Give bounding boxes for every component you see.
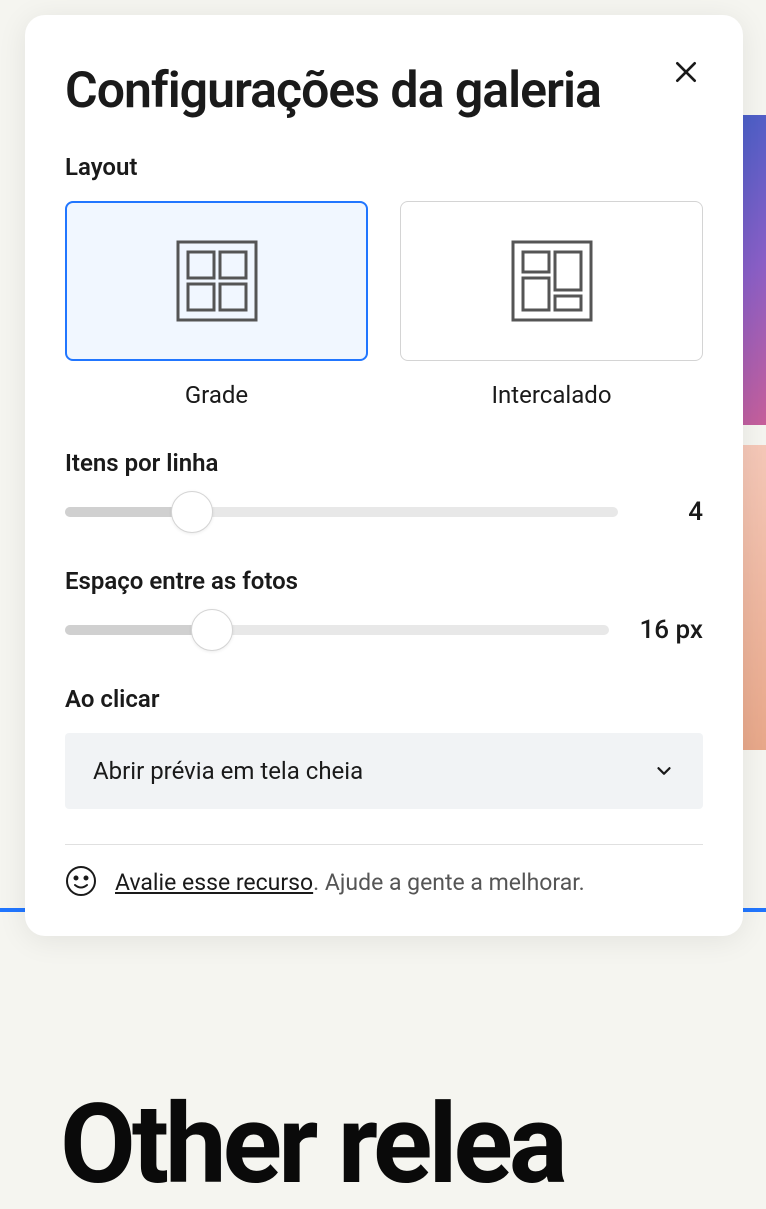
items-per-row-value: 4 (648, 497, 703, 527)
collage-layout-icon (511, 240, 593, 322)
items-per-row-slider-thumb[interactable] (171, 491, 213, 533)
layout-option-collage[interactable]: Intercalado (400, 201, 703, 409)
divider (65, 844, 703, 845)
panel-title: Configurações da galeria (65, 60, 601, 123)
gallery-settings-panel: Configurações da galeria Layout Grade (25, 15, 743, 936)
chevron-down-icon (653, 760, 675, 782)
layout-option-collage-label: Intercalado (492, 381, 612, 409)
layout-option-grid[interactable]: Grade (65, 201, 368, 409)
background-heading: Other relea (60, 1080, 564, 1209)
spacing-slider[interactable] (65, 625, 609, 635)
items-per-row-slider[interactable] (65, 507, 618, 517)
on-click-label: Ao clicar (65, 685, 703, 713)
spacing-value: 16 px (639, 615, 703, 645)
spacing-label: Espaço entre as fotos (65, 567, 703, 595)
layout-option-grid-label: Grade (185, 381, 248, 409)
close-button[interactable] (669, 55, 703, 92)
items-per-row-label: Itens por linha (65, 449, 703, 477)
layout-section-label: Layout (65, 153, 703, 181)
close-icon (673, 59, 699, 85)
smile-icon (65, 865, 97, 901)
feedback-link[interactable]: Avalie esse recurso (115, 869, 313, 896)
spacing-slider-thumb[interactable] (191, 609, 233, 651)
on-click-selected-value: Abrir prévia em tela cheia (93, 757, 363, 785)
background-image-1 (741, 115, 766, 425)
feedback-text: Avalie esse recurso. Ajude a gente a mel… (115, 869, 585, 896)
grid-layout-icon (176, 240, 258, 322)
on-click-dropdown[interactable]: Abrir prévia em tela cheia (65, 733, 703, 809)
feedback-rest: . Ajude a gente a melhorar. (313, 869, 585, 896)
background-image-2 (741, 445, 766, 750)
